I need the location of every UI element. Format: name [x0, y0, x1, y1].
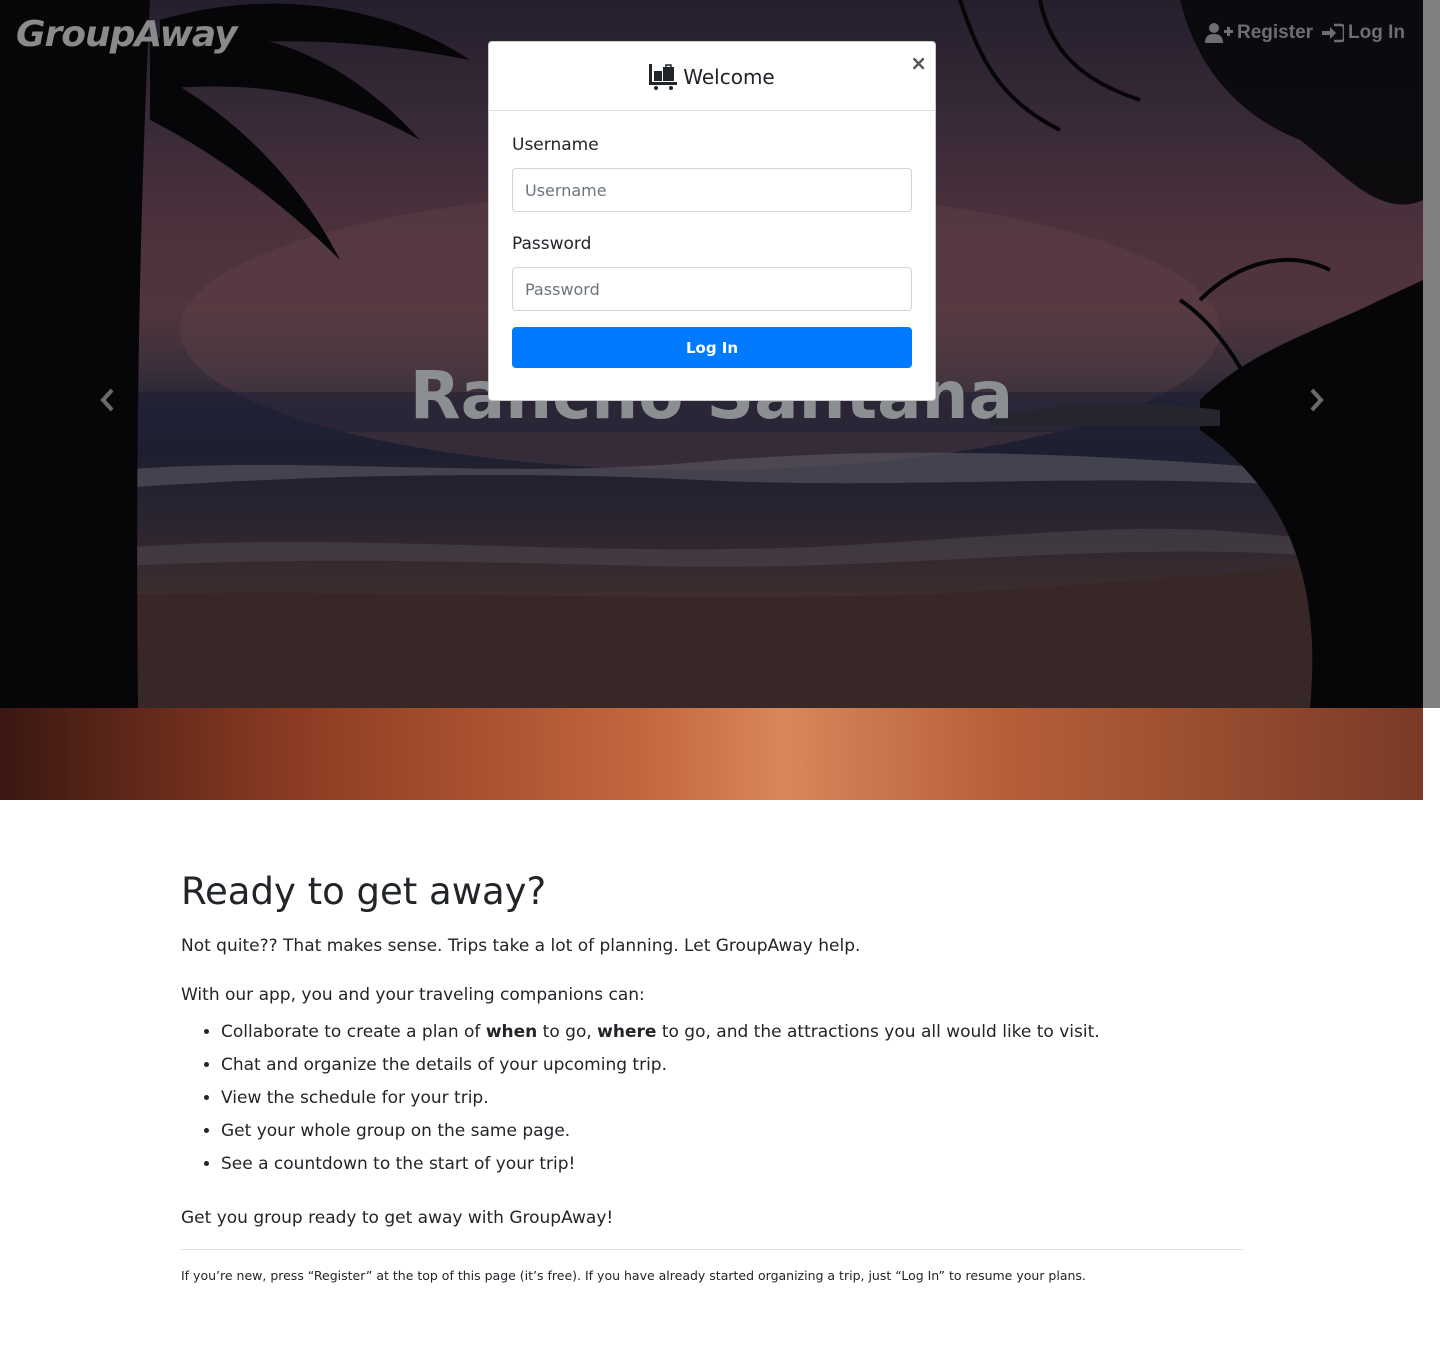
feature-text: to go,	[537, 1022, 598, 1042]
main-content: Ready to get away? Not quite?? That make…	[181, 870, 1243, 1286]
page-heading: Ready to get away?	[181, 870, 547, 913]
next-slide-peek	[0, 708, 1423, 800]
username-label: Username	[512, 135, 599, 155]
password-group: Password	[512, 234, 912, 311]
feature-text: to go, and the attractions you all would…	[656, 1022, 1100, 1042]
modal-header: Welcome ×	[489, 42, 935, 111]
chevron-left-icon[interactable]	[98, 386, 118, 414]
close-button[interactable]: ×	[910, 52, 927, 74]
feature-text: Collaborate to create a plan of	[221, 1022, 486, 1042]
list-item: Collaborate to create a plan of when to …	[221, 1016, 1243, 1049]
features-intro: With our app, you and your traveling com…	[181, 985, 645, 1005]
help-note: If you’re new, press “Register” at the t…	[181, 1268, 1086, 1283]
list-item: See a countdown to the start of your tri…	[221, 1148, 1243, 1181]
feature-bold-when: when	[485, 1022, 538, 1042]
feature-bold-where: where	[597, 1022, 657, 1042]
username-group: Username	[512, 135, 912, 212]
list-item: View the schedule for your trip.	[221, 1082, 1243, 1115]
modal-body: Username Password Log In	[489, 111, 935, 368]
login-label: Log In	[1348, 22, 1405, 43]
intro-text: Not quite?? That makes sense. Trips take…	[181, 936, 861, 956]
chevron-right-icon[interactable]	[1306, 386, 1326, 414]
feature-list: Collaborate to create a plan of when to …	[181, 1016, 1243, 1181]
user-plus-icon	[1205, 23, 1233, 43]
login-link[interactable]: Log In	[1322, 22, 1405, 44]
register-link[interactable]: Register	[1205, 22, 1313, 44]
register-label: Register	[1237, 22, 1314, 43]
login-submit-button[interactable]: Log In	[512, 327, 912, 368]
password-input[interactable]	[512, 267, 912, 311]
list-item: Get your whole group on the same page.	[221, 1115, 1243, 1148]
closing-text: Get you group ready to get away with Gro…	[181, 1208, 614, 1228]
username-input[interactable]	[512, 168, 912, 212]
divider	[181, 1249, 1243, 1250]
page-scrollbar[interactable]	[1423, 0, 1440, 708]
modal-title: Welcome	[649, 64, 775, 90]
login-modal: Welcome × Username Password Log In	[488, 41, 936, 401]
brand-logo[interactable]: GroupAway	[16, 14, 238, 55]
modal-title-text: Welcome	[683, 65, 775, 89]
luggage-cart-icon	[649, 64, 678, 90]
password-label: Password	[512, 234, 592, 254]
list-item: Chat and organize the details of your up…	[221, 1049, 1243, 1082]
sign-in-icon	[1322, 23, 1344, 43]
